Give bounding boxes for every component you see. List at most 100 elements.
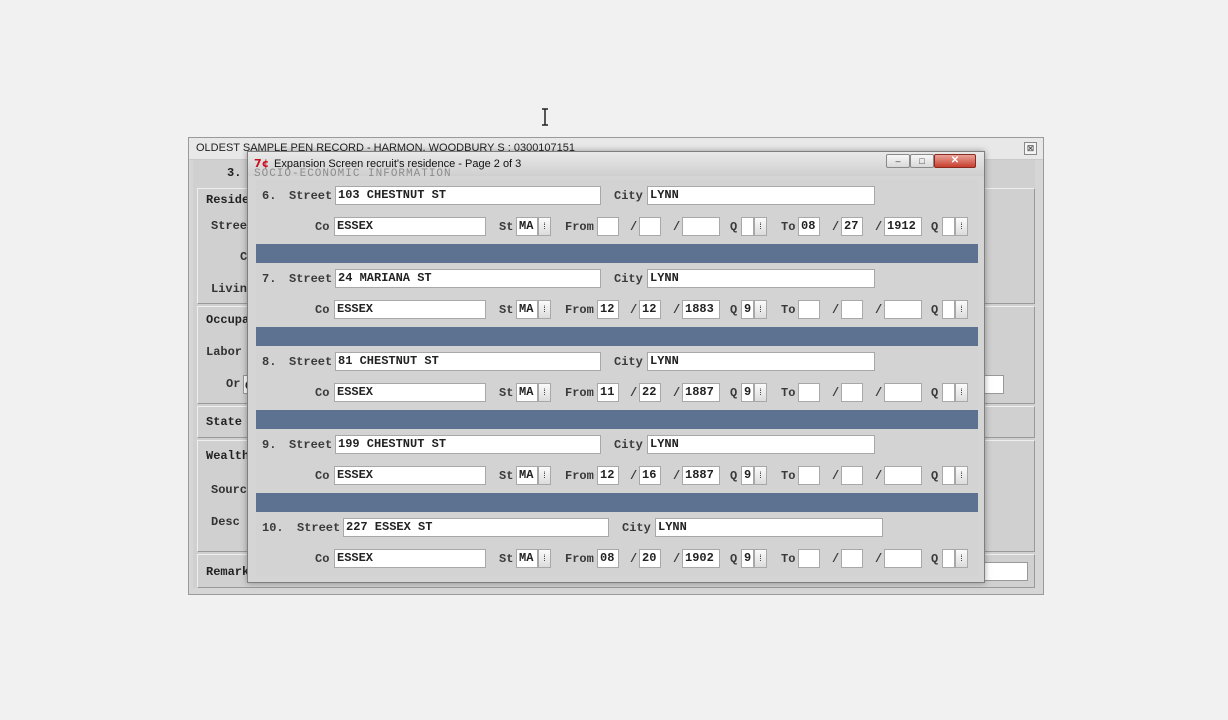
to-year-input[interactable]	[884, 466, 922, 485]
from-day-input[interactable]: 20	[639, 549, 661, 568]
to-month-input[interactable]	[798, 300, 820, 319]
to-q-input[interactable]	[942, 217, 955, 236]
close-button[interactable]: ✕	[934, 154, 976, 168]
from-day-input[interactable]: 22	[639, 383, 661, 402]
city-input[interactable]: LYNN	[647, 435, 875, 454]
from-month-input[interactable]: 08	[597, 549, 619, 568]
city-input[interactable]: LYNN	[647, 269, 875, 288]
from-q-input[interactable]	[741, 217, 754, 236]
from-q-dropdown-button[interactable]: ⁞	[754, 300, 767, 319]
from-month-input[interactable]: 12	[597, 300, 619, 319]
from-q-input[interactable]: 9	[741, 300, 754, 319]
to-day-input[interactable]	[841, 466, 863, 485]
from-q-input[interactable]: 9	[741, 466, 754, 485]
county-input[interactable]: ESSEX	[334, 383, 486, 402]
section-number: 3.	[227, 166, 242, 180]
city-input[interactable]: LYNN	[647, 352, 875, 371]
from-q-input[interactable]: 9	[741, 549, 754, 568]
county-input[interactable]: ESSEX	[334, 549, 486, 568]
to-year-input[interactable]	[884, 300, 922, 319]
street-input[interactable]: 81 CHESTNUT ST	[335, 352, 601, 371]
to-q-dropdown-button[interactable]: ⁞	[955, 549, 968, 568]
from-day-input[interactable]: 16	[639, 466, 661, 485]
state-dropdown-button[interactable]: ⁞	[538, 383, 551, 402]
city-input[interactable]: LYNN	[655, 518, 883, 537]
from-year-input[interactable]: 1887	[682, 383, 720, 402]
state-label: St	[499, 386, 514, 400]
from-day-input[interactable]	[639, 217, 661, 236]
from-q-dropdown-button[interactable]: ⁞	[754, 383, 767, 402]
to-month-input[interactable]	[798, 466, 820, 485]
maximize-button[interactable]: □	[910, 154, 934, 168]
to-day-input[interactable]	[841, 300, 863, 319]
state-input[interactable]: MA	[516, 300, 538, 319]
from-q-label: Q	[730, 386, 738, 400]
street-input[interactable]: 103 CHESTNUT ST	[335, 186, 601, 205]
to-q-dropdown-button[interactable]: ⁞	[955, 217, 968, 236]
from-q-dropdown-button[interactable]: ⁞	[754, 217, 767, 236]
to-month-input[interactable]	[798, 549, 820, 568]
city-input[interactable]: LYNN	[647, 186, 875, 205]
to-day-input[interactable]: 27	[841, 217, 863, 236]
to-q-input[interactable]	[942, 466, 955, 485]
state-label: St	[499, 469, 514, 483]
from-day-input[interactable]: 12	[639, 300, 661, 319]
from-slash-2: /	[673, 386, 681, 400]
county-label: Co	[315, 552, 330, 566]
county-input[interactable]: ESSEX	[334, 300, 486, 319]
from-year-input[interactable]	[682, 217, 720, 236]
to-day-input[interactable]	[841, 549, 863, 568]
to-year-input[interactable]	[884, 383, 922, 402]
state-input[interactable]: MA	[516, 466, 538, 485]
to-label: To	[781, 386, 796, 400]
to-q-dropdown-button[interactable]: ⁞	[955, 466, 968, 485]
from-year-input[interactable]: 1887	[682, 466, 720, 485]
to-month-input[interactable]	[798, 383, 820, 402]
from-month-input[interactable]: 12	[597, 466, 619, 485]
parent-close-button[interactable]: ⊠	[1024, 142, 1037, 155]
state-dropdown-button[interactable]: ⁞	[538, 300, 551, 319]
from-year-input[interactable]: 1902	[682, 549, 720, 568]
expansion-titlebar[interactable]: 7¢ Expansion Screen recruit's residence …	[248, 152, 984, 180]
street-input[interactable]: 227 ESSEX ST	[343, 518, 609, 537]
state-dropdown-button[interactable]: ⁞	[538, 217, 551, 236]
state-input[interactable]: MA	[516, 383, 538, 402]
county-input[interactable]: ESSEX	[334, 217, 486, 236]
from-q-dropdown-button[interactable]: ⁞	[754, 549, 767, 568]
to-label: To	[781, 469, 796, 483]
remarks-input[interactable]	[984, 562, 1028, 581]
state-dropdown-button[interactable]: ⁞	[538, 466, 551, 485]
state-input[interactable]: MA	[516, 549, 538, 568]
from-slash-1: /	[630, 552, 638, 566]
from-slash-2: /	[673, 469, 681, 483]
to-q-input[interactable]	[942, 300, 955, 319]
street-input[interactable]: 199 CHESTNUT ST	[335, 435, 601, 454]
from-q-input[interactable]: 9	[741, 383, 754, 402]
from-year-input[interactable]: 1883	[682, 300, 720, 319]
to-slash-2: /	[875, 386, 883, 400]
to-q-input[interactable]	[942, 383, 955, 402]
from-slash-2: /	[673, 220, 681, 234]
state-input[interactable]: MA	[516, 217, 538, 236]
to-slash-1: /	[832, 386, 840, 400]
street-input[interactable]: 24 MARIANA ST	[335, 269, 601, 288]
occupation-extra-input[interactable]	[984, 375, 1004, 394]
record-number: 10.	[262, 521, 284, 535]
to-year-input[interactable]	[884, 549, 922, 568]
from-q-dropdown-button[interactable]: ⁞	[754, 466, 767, 485]
to-q-label: Q	[931, 386, 939, 400]
state-dropdown-button[interactable]: ⁞	[538, 549, 551, 568]
from-slash-1: /	[630, 303, 638, 317]
to-month-input[interactable]: 08	[798, 217, 820, 236]
from-month-input[interactable]: 11	[597, 383, 619, 402]
to-q-input[interactable]	[942, 549, 955, 568]
street-label: Street	[289, 272, 333, 286]
to-q-dropdown-button[interactable]: ⁞	[955, 300, 968, 319]
street-label: Street	[289, 355, 333, 369]
to-day-input[interactable]	[841, 383, 863, 402]
to-year-input[interactable]: 1912	[884, 217, 922, 236]
minimize-button[interactable]: –	[886, 154, 910, 168]
county-input[interactable]: ESSEX	[334, 466, 486, 485]
to-q-dropdown-button[interactable]: ⁞	[955, 383, 968, 402]
from-month-input[interactable]	[597, 217, 619, 236]
